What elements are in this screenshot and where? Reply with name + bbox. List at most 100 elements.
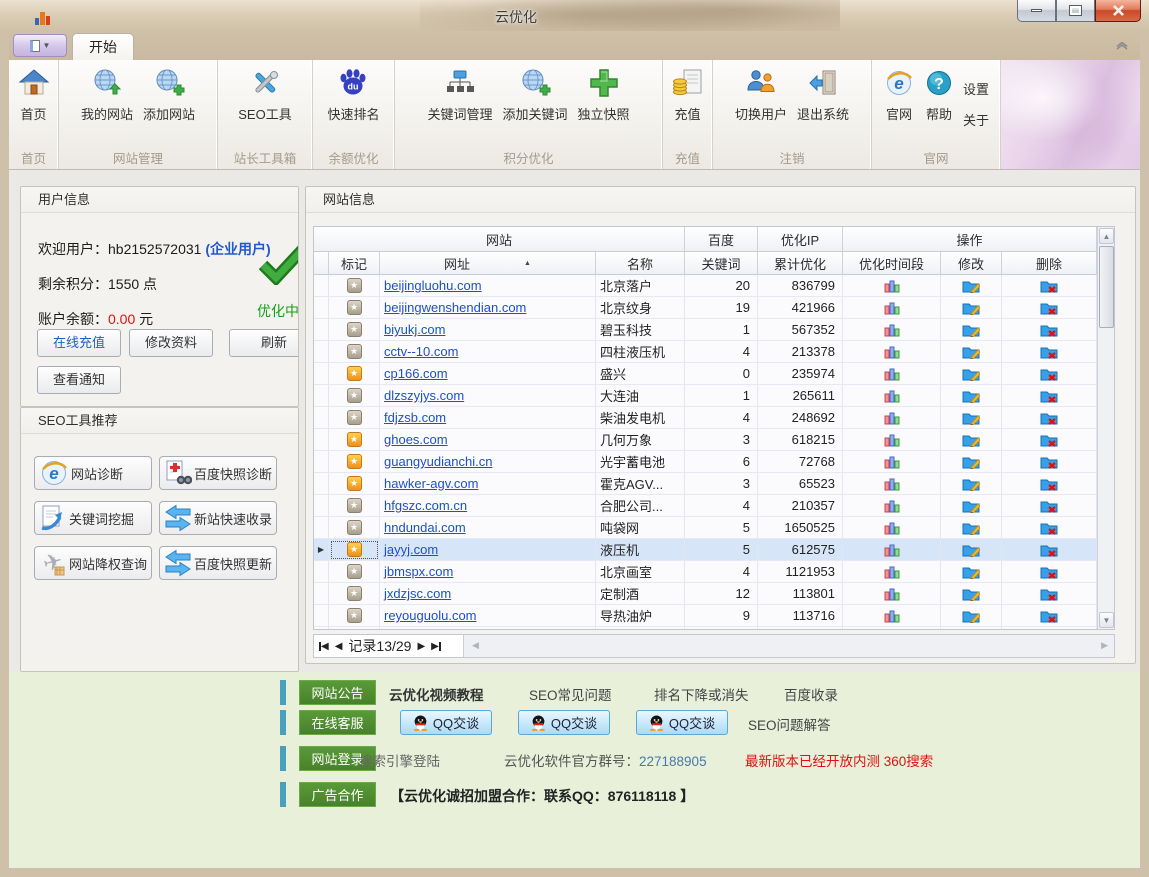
star-mark-icon[interactable]: ★ (347, 564, 362, 579)
table-row[interactable]: ★cp166.com盛兴0235974 (314, 363, 1097, 385)
ribbon-button-help[interactable]: ?帮助 (920, 62, 958, 146)
site-url-link[interactable]: hndundai.com (380, 520, 466, 535)
ribbon-small-button-about[interactable]: 关于 (963, 110, 989, 129)
last-page-button[interactable]: ▶ (431, 641, 441, 652)
site-url-link[interactable]: jayyj.com (380, 542, 438, 557)
time-range-cell[interactable] (843, 495, 941, 517)
site-url-link[interactable]: beijingluohu.com (380, 278, 482, 293)
announcement-link[interactable]: 百度收录 (784, 684, 838, 704)
seo-tool-button-3[interactable]: 关键词挖掘 (34, 501, 152, 535)
mark-cell[interactable]: ★ (329, 451, 380, 473)
scroll-down-icon[interactable]: ▼ (1099, 612, 1114, 628)
column-header-2[interactable]: 网址▲ (380, 252, 596, 275)
mark-cell[interactable]: ★ (329, 407, 380, 429)
collapse-ribbon-icon[interactable] (1115, 42, 1129, 54)
ribbon-small-button-settings[interactable]: 设置 (963, 79, 989, 98)
delete-cell[interactable] (1002, 407, 1097, 429)
edit-cell[interactable] (941, 561, 1002, 583)
edit-cell[interactable] (941, 429, 1002, 451)
star-mark-icon[interactable]: ★ (347, 520, 362, 535)
next-page-button[interactable]: ▶ (417, 641, 425, 652)
vertical-scrollbar[interactable]: ▲ ▼ (1097, 227, 1114, 629)
site-url-link[interactable]: jxdzjsc.com (380, 586, 451, 601)
ribbon-button-globe-plus[interactable]: 添加关键词 (498, 62, 571, 146)
hscroll-right-icon[interactable]: ▶ (1101, 640, 1108, 651)
delete-cell[interactable] (1002, 473, 1097, 495)
edit-cell[interactable] (941, 583, 1002, 605)
first-page-button[interactable]: ◀ (319, 641, 329, 652)
site-url-link[interactable]: fdjzsb.com (380, 410, 446, 425)
table-row[interactable]: ★biyukj.com碧玉科技1567352 (314, 319, 1097, 341)
edit-cell[interactable] (941, 605, 1002, 627)
delete-cell[interactable] (1002, 363, 1097, 385)
table-row[interactable]: ★hawker-agv.com霍克AGV...365523 (314, 473, 1097, 495)
edit-cell[interactable] (941, 297, 1002, 319)
delete-cell[interactable] (1002, 561, 1097, 583)
edit-cell[interactable] (941, 473, 1002, 495)
edit-cell[interactable] (941, 341, 1002, 363)
time-range-cell[interactable] (843, 297, 941, 319)
seo-tool-button-1[interactable]: e网站诊断 (34, 456, 152, 490)
site-url-link[interactable]: jbmspx.com (380, 564, 453, 579)
ribbon-button-ie[interactable]: e官网 (880, 62, 918, 146)
site-url-link[interactable]: cp166.com (380, 366, 448, 381)
site-url-link[interactable]: hfgszc.com.cn (380, 498, 467, 513)
star-mark-icon[interactable]: ★ (347, 322, 362, 337)
edit-cell[interactable] (941, 451, 1002, 473)
table-row[interactable]: ★hndundai.com吨袋网51650525 (314, 517, 1097, 539)
edit-cell[interactable] (941, 275, 1002, 297)
delete-cell[interactable] (1002, 297, 1097, 319)
qq-chat-button[interactable]: QQ交谈 (636, 710, 728, 735)
maximize-button[interactable] (1056, 0, 1095, 22)
star-mark-icon[interactable]: ★ (347, 366, 362, 381)
star-mark-icon[interactable]: ★ (347, 388, 362, 403)
delete-cell[interactable] (1002, 341, 1097, 363)
edit-profile-button[interactable]: 修改资料 (129, 329, 213, 357)
table-row[interactable]: ★cctv--10.com四柱液压机4213378 (314, 341, 1097, 363)
delete-cell[interactable] (1002, 627, 1097, 629)
time-range-cell[interactable] (843, 451, 941, 473)
star-mark-icon[interactable]: ★ (347, 608, 362, 623)
ribbon-button-green-plus[interactable]: 独立快照 (574, 62, 634, 146)
table-row[interactable]: ★jbmspx.com北京画室41121953 (314, 561, 1097, 583)
edit-cell[interactable] (941, 407, 1002, 429)
mark-cell[interactable]: ★ (329, 297, 380, 319)
ribbon-button-coins[interactable]: 充值 (668, 62, 708, 146)
time-range-cell[interactable] (843, 319, 941, 341)
time-range-cell[interactable] (843, 627, 941, 629)
site-url-link[interactable]: hawker-agv.com (380, 476, 478, 491)
star-mark-icon[interactable]: ★ (347, 454, 362, 469)
star-mark-icon[interactable]: ★ (347, 498, 362, 513)
search-engine-login-link[interactable]: 搜索引擎登陆 (359, 750, 440, 770)
delete-cell[interactable] (1002, 451, 1097, 473)
mark-cell[interactable]: ★ (329, 363, 380, 385)
star-mark-icon[interactable]: ★ (347, 586, 362, 601)
ribbon-button-users[interactable]: 切换用户 (731, 62, 791, 146)
prev-page-button[interactable]: ◀ (335, 641, 343, 652)
tab-start[interactable]: 开始 (72, 33, 134, 60)
ribbon-button-tools[interactable]: SEO工具 (234, 62, 295, 146)
table-row[interactable]: ★beijingluohu.com北京落户20836799 (314, 275, 1097, 297)
time-range-cell[interactable] (843, 429, 941, 451)
qq-chat-button[interactable]: QQ交谈 (518, 710, 610, 735)
edit-cell[interactable] (941, 627, 1002, 629)
table-row[interactable]: ★fdjzsb.com柴油发电机4248692 (314, 407, 1097, 429)
ribbon-button-exit-door[interactable]: 退出系统 (793, 62, 853, 146)
site-url-link[interactable]: reyouguolu.com (380, 608, 477, 623)
time-range-cell[interactable] (843, 517, 941, 539)
view-notice-button[interactable]: 查看通知 (37, 366, 121, 394)
delete-cell[interactable] (1002, 385, 1097, 407)
star-mark-icon[interactable]: ★ (347, 476, 362, 491)
mark-cell[interactable]: ★ (329, 275, 380, 297)
close-button[interactable] (1095, 0, 1141, 22)
mark-cell[interactable]: ★ (329, 473, 380, 495)
announcement-link[interactable]: 云优化视频教程 (389, 684, 484, 704)
ribbon-button-home[interactable]: 首页 (14, 62, 54, 146)
site-url-link[interactable]: biyukj.com (380, 322, 445, 337)
mark-cell[interactable]: ★ (329, 341, 380, 363)
delete-cell[interactable] (1002, 539, 1097, 561)
column-header-6[interactable]: 优化时间段 (843, 252, 941, 275)
star-mark-icon[interactable]: ★ (347, 432, 362, 447)
edit-cell[interactable] (941, 385, 1002, 407)
site-url-link[interactable]: cctv--10.com (380, 344, 458, 359)
